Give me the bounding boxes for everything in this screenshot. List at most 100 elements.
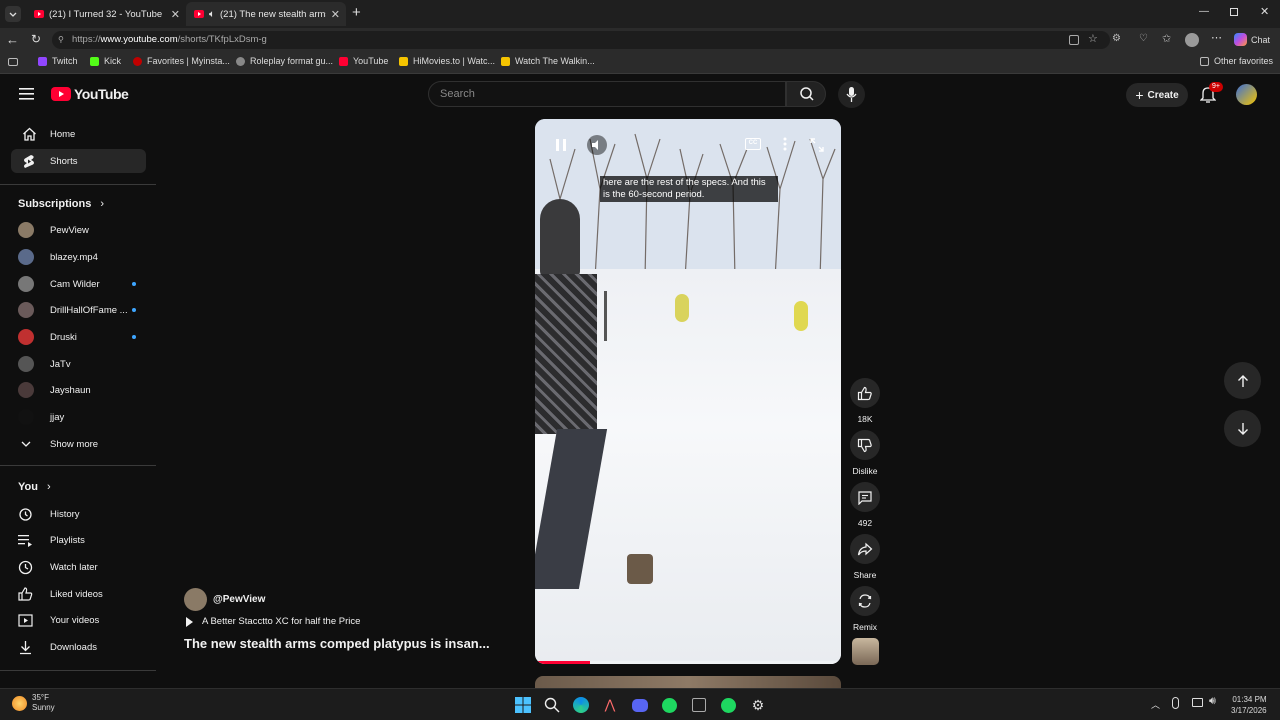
restore-icon[interactable]: [1230, 8, 1238, 16]
channel-info[interactable]: @PewView: [184, 588, 265, 611]
refresh-icon[interactable]: ↻: [31, 32, 41, 46]
sidebar-item-jayshaun[interactable]: Jayshaun: [18, 380, 146, 400]
next-short-button[interactable]: [1224, 410, 1261, 447]
short-title[interactable]: The new stealth arms comped platypus is …: [184, 636, 490, 651]
more-options-icon[interactable]: [782, 135, 788, 153]
network-icon[interactable]: [1192, 698, 1203, 707]
short-video-player[interactable]: CC here are the rest of the specs. And t…: [535, 119, 841, 664]
hamburger-menu-icon[interactable]: [19, 88, 34, 100]
create-label: Create: [1147, 89, 1179, 101]
tab-2-close-icon[interactable]: ✕: [331, 8, 340, 21]
sidebar-divider: [0, 670, 156, 671]
bookmark-myinstants[interactable]: Favorites | Myinsta...: [133, 56, 230, 66]
favorite-star-icon[interactable]: ☆: [1088, 32, 1098, 45]
account-avatar[interactable]: [1236, 84, 1257, 105]
share-icon: [850, 534, 880, 564]
sound-thumbnail[interactable]: [852, 638, 879, 665]
voice-search-button[interactable]: [838, 81, 865, 108]
sidebar-item-pewview[interactable]: PewView: [18, 220, 146, 240]
profile-avatar-icon[interactable]: [1185, 33, 1199, 47]
dislike-button[interactable]: Dislike: [849, 430, 881, 476]
bookmark-youtube[interactable]: YouTube: [339, 56, 388, 66]
sidebar-item-playlists[interactable]: Playlists: [18, 530, 146, 550]
bookmark-roleplay[interactable]: Roleplay format gu...: [236, 56, 333, 66]
tab-actions-icon[interactable]: [5, 6, 21, 22]
bookmark-kick[interactable]: Kick: [90, 56, 121, 66]
sidebar-item-your-videos[interactable]: Your videos: [18, 610, 146, 630]
tab-1-close-icon[interactable]: ✕: [171, 8, 180, 21]
search-button[interactable]: [786, 81, 826, 107]
xbox-icon[interactable]: [690, 696, 708, 714]
weather-widget[interactable]: 35°F Sunny: [12, 693, 55, 713]
close-window-icon[interactable]: ✕: [1260, 5, 1269, 18]
site-info-icon[interactable]: ⚲: [58, 31, 64, 49]
spotify-icon[interactable]: [660, 696, 678, 714]
video-progress-bar[interactable]: [535, 661, 841, 664]
more-menu-icon[interactable]: ⋯: [1211, 31, 1222, 44]
comments-button[interactable]: 492: [849, 482, 881, 528]
extensions-icon[interactable]: ⚙: [1112, 33, 1121, 44]
show-more-button[interactable]: Show more: [18, 434, 146, 454]
music-link[interactable]: A Better Stacctto XC for half the Price: [186, 616, 360, 627]
bookmark-twitch[interactable]: Twitch: [38, 56, 78, 66]
fullscreen-icon[interactable]: [809, 137, 825, 153]
sidebar-item-shorts[interactable]: Shorts: [11, 149, 146, 173]
browser-essentials-icon[interactable]: ♡: [1139, 33, 1148, 44]
copilot-chat-button[interactable]: Chat: [1234, 33, 1270, 46]
youtube-logo[interactable]: YouTube: [51, 86, 129, 102]
app-icon[interactable]: ⋀: [601, 696, 619, 714]
url-field[interactable]: ⚲ https://www.youtube.com/shorts/TKfpLxD…: [52, 31, 1110, 49]
bookmark-walking-dead[interactable]: Watch The Walkin...: [501, 56, 595, 66]
settings-icon[interactable]: ⚙: [749, 696, 767, 714]
sidebar-item-druski[interactable]: Druski: [18, 327, 146, 347]
tab-2[interactable]: 🔈︎ (21) The new stealth arms comp ✕: [186, 2, 346, 26]
favorites-icon[interactable]: ✩: [1162, 32, 1171, 45]
spotify-icon[interactable]: [719, 696, 737, 714]
sidebar-item-downloads[interactable]: Downloads: [18, 637, 146, 657]
sidebar-item-blazey[interactable]: blazey.mp4: [18, 247, 146, 267]
sidebar-item-cam-wilder[interactable]: Cam Wilder: [18, 274, 146, 294]
new-tab-icon[interactable]: +: [352, 4, 361, 21]
edge-browser-icon[interactable]: [572, 696, 590, 714]
sidebar-item-watch-later[interactable]: Watch later: [18, 557, 146, 577]
search-input[interactable]: Search: [428, 81, 786, 107]
like-button[interactable]: 18K: [849, 378, 881, 424]
tab-1[interactable]: (21) I Turned 32 - YouTube ✕: [26, 2, 186, 26]
back-icon[interactable]: ←: [6, 32, 19, 47]
clock[interactable]: 01:34 PM 3/17/2026: [1231, 694, 1267, 716]
captions-button[interactable]: CC: [745, 138, 761, 150]
other-favorites[interactable]: Other favorites: [1200, 56, 1273, 66]
shooter-figure: [535, 199, 653, 619]
volume-button[interactable]: [587, 135, 607, 155]
create-button[interactable]: + Create: [1126, 83, 1188, 107]
sidebar-item-drillhalloffame[interactable]: DrillHallOfFame ...: [18, 300, 146, 320]
speaker-icon[interactable]: 🔈︎: [209, 9, 215, 20]
taskbar-search-icon[interactable]: [543, 696, 561, 714]
sidebar-item-home[interactable]: Home: [11, 122, 146, 146]
subscriptions-heading[interactable]: Subscriptions ›: [18, 198, 104, 210]
speaker-icon[interactable]: 🔊︎: [1209, 695, 1216, 708]
sidebar-item-liked-videos[interactable]: Liked videos: [18, 584, 146, 604]
microphone-icon[interactable]: [1172, 697, 1179, 709]
start-button[interactable]: [514, 696, 532, 714]
show-hidden-icons[interactable]: ︿: [1151, 698, 1160, 711]
sidebar-item-history[interactable]: History: [18, 504, 146, 524]
you-heading[interactable]: You ›: [18, 481, 51, 493]
sidebar-item-jjay[interactable]: jjay: [18, 407, 146, 427]
bookmark-himovies[interactable]: HiMovies.to | Watc...: [399, 56, 495, 66]
remix-button[interactable]: Remix: [849, 586, 881, 632]
next-short-preview[interactable]: [535, 676, 841, 688]
address-bar-row: ← ↻ ⚲ https://www.youtube.com/shorts/TKf…: [0, 28, 1280, 52]
pause-button[interactable]: [551, 135, 571, 155]
discord-icon[interactable]: [631, 696, 649, 714]
reading-view-icon[interactable]: [8, 58, 18, 66]
split-screen-icon[interactable]: [1069, 35, 1079, 45]
channel-handle[interactable]: @PewView: [213, 594, 265, 605]
minimize-icon[interactable]: —: [1199, 6, 1209, 17]
channel-avatar[interactable]: [184, 588, 207, 611]
youtube-favicon-icon: [194, 10, 204, 18]
notifications-button[interactable]: 9+: [1200, 82, 1223, 103]
previous-short-button[interactable]: [1224, 362, 1261, 399]
share-button[interactable]: Share: [849, 534, 881, 580]
sidebar-item-jatv[interactable]: JaTv: [18, 354, 146, 374]
